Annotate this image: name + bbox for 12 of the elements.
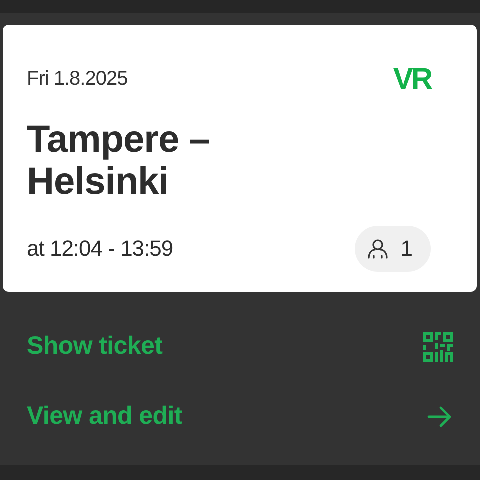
person-icon <box>366 238 389 260</box>
route-title: Helsinki <box>27 162 170 204</box>
travel-date: Fri 1.8.2025 <box>27 68 128 91</box>
route-title: Tampere – <box>27 120 211 162</box>
arrow-right-icon <box>427 406 453 428</box>
passenger-chip: 1 <box>354 226 431 272</box>
action-link[interactable]: Show ticket <box>27 312 453 382</box>
ticket-card[interactable]: Fri 1.8.2025 VR Tampere – Helsinki at 12:04 - 13:59 1 <box>3 25 477 292</box>
travel-time: at 12:04 - 13:59 <box>27 236 174 262</box>
action-link[interactable]: View and edit <box>27 382 453 452</box>
logo: VR <box>393 63 431 96</box>
qr-code-icon <box>423 332 453 362</box>
